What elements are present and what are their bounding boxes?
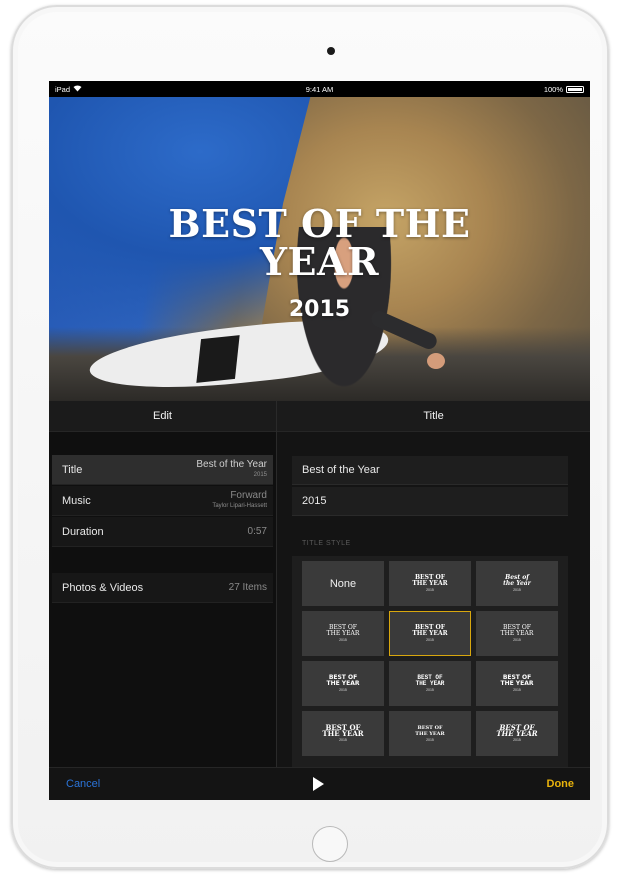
status-bar: iPad 9:41 AM 100% <box>49 81 590 97</box>
play-icon[interactable] <box>313 777 324 791</box>
photos-videos-label: Photos & Videos <box>62 581 144 594</box>
style-tile-none[interactable]: None <box>302 561 384 606</box>
style-sub: 2015 <box>339 688 347 692</box>
photos-videos-row[interactable]: Photos & Videos 27 Items <box>52 573 273 603</box>
style-tile[interactable]: BEST OF THE YEAR 2015 <box>476 661 558 706</box>
title-panel: Title Best of the Year 2015 TITLE STYLE … <box>277 401 590 767</box>
style-tile[interactable]: BEST OF THE YEAR 2015 <box>389 561 471 606</box>
style-tile[interactable]: BEST OF THE YEAR 2015 <box>302 611 384 656</box>
preview-year: 2015 <box>288 297 351 322</box>
preview-title: BEST OF THE YEAR <box>168 201 471 284</box>
style-tile[interactable]: Best of the Year 2015 <box>476 561 558 606</box>
style-sub: 2015 <box>339 638 347 642</box>
home-button[interactable] <box>312 826 348 862</box>
style-tile[interactable]: BEST OF THE YEAR 2015 <box>389 661 471 706</box>
bottom-toolbar: Cancel Done <box>49 767 590 800</box>
style-sub: 2015 <box>513 638 521 642</box>
style-line2: THE YEAR <box>326 680 360 687</box>
style-none-label: None <box>329 577 357 590</box>
title-row[interactable]: Title Best of the Year 2015 <box>52 455 273 485</box>
style-line2: THE YEAR <box>415 731 445 737</box>
title-style-label: TITLE STYLE <box>302 540 351 547</box>
style-line2: THE YEAR <box>500 680 534 687</box>
surfboard-logo-image <box>196 335 240 383</box>
title-style-grid: None BEST OF THE YEAR 2015 Best of the Y… <box>292 556 568 767</box>
title-row-value: Best of the Year <box>196 458 267 470</box>
style-line2: THE YEAR <box>326 630 360 637</box>
style-tile[interactable]: BEST OF THE YEAR 2015 <box>302 711 384 756</box>
status-time: 9:41 AM <box>305 84 334 94</box>
title-row-label: Title <box>62 463 83 476</box>
edit-header: Edit <box>49 401 276 432</box>
style-line2: THE YEAR <box>415 680 445 687</box>
duration-row[interactable]: Duration 0:57 <box>52 517 273 547</box>
surfer-hand-image <box>427 353 445 369</box>
title-row-sub: 2015 <box>253 471 267 478</box>
style-tile[interactable]: BEST OF THE YEAR 2015 <box>389 711 471 756</box>
style-line2: THE YEAR <box>322 729 364 738</box>
music-row-artist: Taylor Lipari-Hassett <box>212 502 267 509</box>
style-sub: 2015 <box>339 738 347 742</box>
style-sub: 2015 <box>513 688 521 692</box>
style-tile[interactable]: BEST OF THE YEAR 2015 <box>476 711 558 756</box>
duration-row-label: Duration <box>62 525 104 538</box>
style-line2: THE YEAR <box>412 630 448 637</box>
style-sub: 2015 <box>426 638 434 642</box>
style-sub: 2015 <box>426 688 434 692</box>
subtitle-text-field[interactable]: 2015 <box>292 487 568 516</box>
style-sub: 2015 <box>426 588 434 592</box>
battery-percent: 100% <box>543 84 563 94</box>
title-header: Title <box>277 401 590 432</box>
style-line2: THE YEAR <box>500 630 534 637</box>
duration-row-value: 0:57 <box>247 525 267 537</box>
title-text-field[interactable]: Best of the Year <box>292 456 568 485</box>
style-tile-selected[interactable]: BEST OF THE YEAR 2015 <box>389 611 471 656</box>
style-line2: THE YEAR <box>412 580 448 587</box>
video-preview[interactable]: BEST OF THE YEAR 2015 <box>49 97 590 401</box>
edit-panel: Edit Title Best of the Year 2015 Music F… <box>49 401 276 767</box>
style-tile[interactable]: BEST OF THE YEAR 2015 <box>476 611 558 656</box>
screen: iPad 9:41 AM 100% BEST OF THE YEAR 2015 … <box>49 81 590 800</box>
battery-icon <box>566 85 584 93</box>
style-line2: the Year <box>503 580 531 587</box>
done-button[interactable]: Done <box>547 778 575 790</box>
style-tile[interactable]: BEST OF THE YEAR 2015 <box>302 661 384 706</box>
music-row[interactable]: Music Forward Taylor Lipari-Hassett <box>52 486 273 516</box>
style-sub: 2015 <box>513 588 521 592</box>
photos-videos-count: 27 Items <box>228 581 267 593</box>
style-line2: THE YEAR <box>496 729 538 738</box>
cancel-button[interactable]: Cancel <box>66 778 100 790</box>
music-row-value: Forward <box>230 489 267 501</box>
music-row-label: Music <box>62 494 91 507</box>
front-camera <box>327 47 335 55</box>
style-sub: 2015 <box>513 738 521 742</box>
style-sub: 2015 <box>426 738 434 742</box>
